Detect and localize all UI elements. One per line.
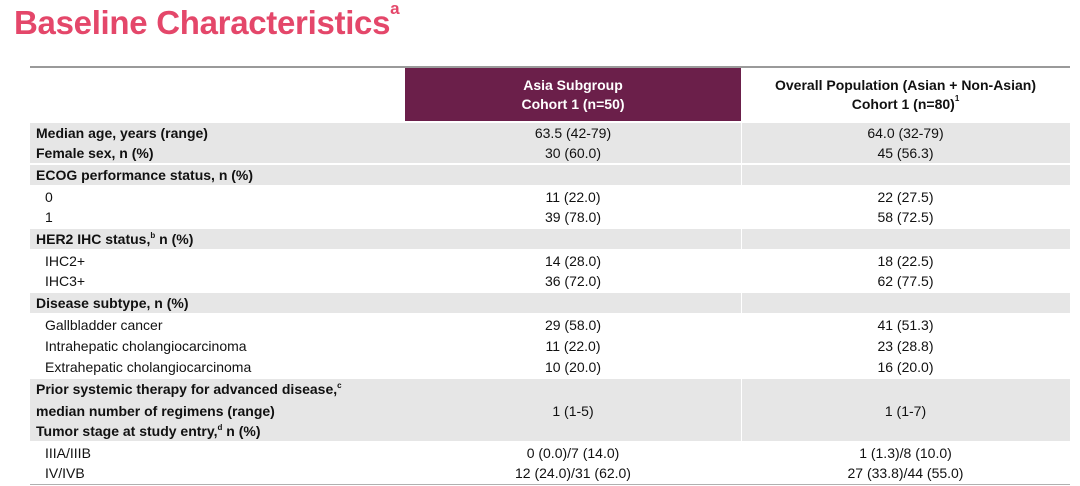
row-value-overall: 62 (77.5) <box>877 273 934 289</box>
row-label: Median age, years (range) <box>36 125 208 141</box>
row-label: Gallbladder cancer <box>45 317 163 333</box>
row-label: Female sex, n (%) <box>36 145 154 161</box>
table-row: IHC3+ 36 (72.0) 62 (77.5) <box>30 271 1070 291</box>
table-row: Median age, years (range) 63.5 (42-79) 6… <box>30 123 1070 143</box>
row-label: IHC3+ <box>45 273 86 289</box>
title-footnote-marker: a <box>390 0 400 18</box>
header-asia-subgroup: Asia Subgroup Cohort 1 (n=50) <box>405 68 741 121</box>
row-value-overall: 64.0 (32-79) <box>867 125 944 141</box>
section-label: HER2 IHC status,b n (%) <box>36 231 194 247</box>
column-divider <box>741 229 742 249</box>
section-row: HER2 IHC status,b n (%) <box>30 229 1070 249</box>
table-row: Gallbladder cancer 29 (58.0) 41 (51.3) <box>30 315 1070 335</box>
row-label: 0 <box>45 189 53 205</box>
table-row: Prior systemic therapy for advanced dise… <box>30 379 1070 421</box>
row-label: IV/IVB <box>45 465 85 481</box>
row-value-asia: 1 (1-5) <box>552 403 594 419</box>
table-row: Extrahepatic cholangiocarcinoma 10 (20.0… <box>30 357 1070 377</box>
table-row: IIIA/IIIB 0 (0.0)/7 (14.0) 1 (1.3)/8 (10… <box>30 443 1070 463</box>
row-label: IHC2+ <box>45 253 86 269</box>
row-value-asia: 0 (0.0)/7 (14.0) <box>526 445 620 461</box>
row-label: 1 <box>45 209 53 225</box>
row-label: IIIA/IIIB <box>45 445 91 461</box>
table-row: Female sex, n (%) 30 (60.0) 45 (56.3) <box>30 143 1070 163</box>
table-row: IHC2+ 14 (28.0) 18 (22.5) <box>30 251 1070 271</box>
column-divider <box>741 123 742 165</box>
row-label: Extrahepatic cholangiocarcinoma <box>45 359 252 375</box>
table-row: 0 11 (22.0) 22 (27.5) <box>30 187 1070 207</box>
row-value-overall: 45 (56.3) <box>877 145 934 161</box>
slide: Baseline Characteristicsa Asia Subgroup … <box>0 0 1080 486</box>
row-label: Prior systemic therapy for advanced dise… <box>36 381 342 397</box>
row-value-asia: 29 (58.0) <box>544 317 602 333</box>
section-label: Tumor stage at study entry,d n (%) <box>36 423 261 439</box>
row-label-continued: median number of regimens (range) <box>36 403 275 419</box>
header-overall-population: Overall Population (Asian + Non-Asian) C… <box>741 68 1070 121</box>
header-asia-line1: Asia Subgroup <box>523 76 623 93</box>
header-overall-line1: Overall Population (Asian + Non-Asian) <box>775 76 1036 93</box>
row-value-asia: 14 (28.0) <box>544 253 602 269</box>
row-value-asia: 12 (24.0)/31 (62.0) <box>515 465 631 481</box>
section-row: Tumor stage at study entry,d n (%) <box>30 421 1070 441</box>
row-value-overall: 16 (20.0) <box>877 359 934 375</box>
row-value-asia: 39 (78.0) <box>544 209 602 225</box>
row-value-overall: 22 (27.5) <box>877 189 934 205</box>
table-row: IV/IVB 12 (24.0)/31 (62.0) 27 (33.8)/44 … <box>30 463 1070 483</box>
row-value-asia: 10 (20.0) <box>544 359 602 375</box>
column-divider <box>741 165 742 185</box>
section-row: Disease subtype, n (%) <box>30 293 1070 313</box>
row-value-overall: 41 (51.3) <box>877 317 934 333</box>
table-header: Asia Subgroup Cohort 1 (n=50) Overall Po… <box>30 68 1070 121</box>
header-asia-line2: Cohort 1 (n=50) <box>521 95 625 112</box>
row-value-asia: 36 (72.0) <box>544 273 602 289</box>
column-divider <box>741 379 742 441</box>
header-overall-line2: Cohort 1 (n=80)1 <box>851 93 960 112</box>
row-value-overall: 58 (72.5) <box>877 209 934 225</box>
row-value-asia: 11 (22.0) <box>545 338 601 354</box>
row-value-overall: 27 (33.8)/44 (55.0) <box>847 465 964 481</box>
row-value-overall: 1 (1-7) <box>884 403 927 419</box>
section-label: Disease subtype, n (%) <box>36 295 189 311</box>
section-row: ECOG performance status, n (%) <box>30 165 1070 185</box>
table-row: Intrahepatic cholangiocarcinoma 11 (22.0… <box>30 336 1070 356</box>
column-divider <box>741 293 742 313</box>
row-value-overall: 23 (28.8) <box>877 338 934 354</box>
row-value-asia: 63.5 (42-79) <box>534 125 612 141</box>
row-value-overall: 18 (22.5) <box>877 253 934 269</box>
row-label: Intrahepatic cholangiocarcinoma <box>45 338 247 354</box>
row-value-asia: 30 (60.0) <box>544 145 602 161</box>
page-title: Baseline Characteristicsa <box>14 0 400 41</box>
section-label: ECOG performance status, n (%) <box>36 167 254 183</box>
table-row: 1 39 (78.0) 58 (72.5) <box>30 207 1070 227</box>
table-bottom-rule <box>30 484 1070 485</box>
row-value-overall: 1 (1.3)/8 (10.0) <box>859 445 952 461</box>
row-value-asia: 11 (22.0) <box>545 189 601 205</box>
